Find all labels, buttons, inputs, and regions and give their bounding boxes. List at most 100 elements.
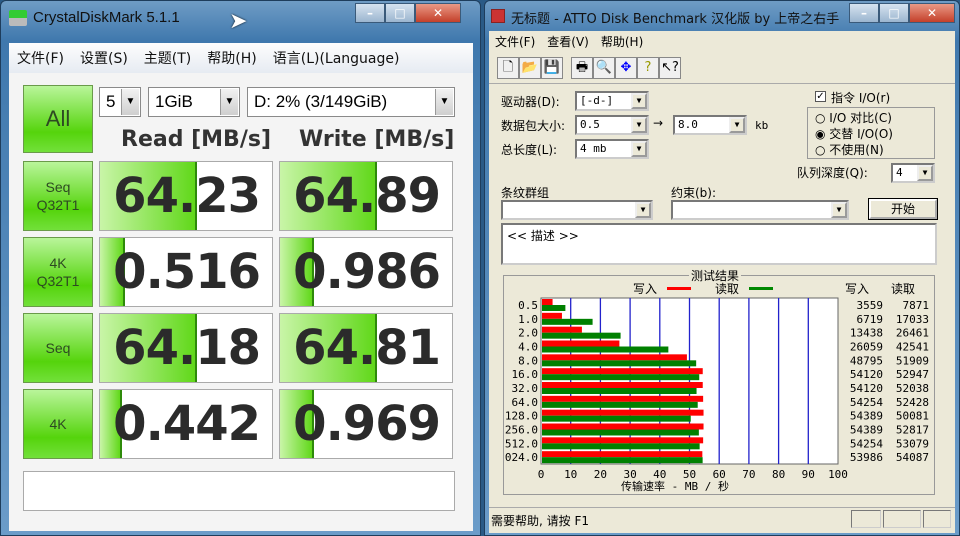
radio-label: 交替 I/O(O): [829, 127, 893, 141]
read-result: 0.516: [99, 237, 273, 307]
save-icon[interactable]: 💾: [541, 57, 563, 79]
maximize-button[interactable]: □: [879, 3, 909, 23]
read-value: 64.18: [113, 320, 261, 376]
read-bar: [542, 360, 697, 367]
write-value: 13438: [850, 327, 883, 340]
read-value: 53079: [896, 437, 929, 450]
test-label: 4K: [49, 255, 67, 271]
x-tick-label: 100: [828, 468, 848, 481]
print-icon[interactable]: 🖶: [571, 57, 593, 79]
menu-file[interactable]: 文件(F): [17, 48, 64, 68]
write-bar: [542, 409, 704, 416]
description-text: << 描述 >>: [507, 229, 579, 243]
menu-file[interactable]: 文件(F): [495, 33, 535, 50]
chevron-down-icon: ▼: [831, 202, 847, 218]
direct-io-label: 指令 I/O(r): [831, 91, 891, 105]
read-result: 0.442: [99, 389, 273, 459]
write-bar: [542, 326, 582, 333]
menu-view[interactable]: 查看(V): [547, 33, 589, 50]
print-preview-icon[interactable]: 🔍: [593, 57, 615, 79]
drive-select[interactable]: D: 2% (3/149GiB) ▼: [247, 87, 455, 117]
stripe-group-select[interactable]: ▼: [501, 200, 653, 220]
new-icon[interactable]: 🗋: [497, 57, 519, 79]
total-length-select[interactable]: 4 mb ▼: [575, 139, 649, 159]
chevron-down-icon: ▼: [729, 117, 745, 133]
maximize-button[interactable]: □: [385, 3, 415, 23]
window-title: 无标题 - ATTO Disk Benchmark 汉化版 by 上帝之右手: [511, 12, 840, 27]
read-result: 64.23: [99, 161, 273, 231]
start-button[interactable]: 开始: [868, 198, 938, 220]
y-tick-label: 1.0: [518, 313, 538, 326]
status-text: 需要帮助, 请按 F1: [491, 514, 589, 528]
write-value: 3559: [857, 299, 884, 312]
write-bar: [542, 451, 703, 458]
help-icon[interactable]: ?: [637, 57, 659, 79]
test-label: Seq: [45, 179, 71, 195]
test-button[interactable]: 4K: [23, 389, 93, 459]
menu-theme[interactable]: 主题(T): [144, 48, 191, 68]
packet-from-value: 0.5: [580, 118, 600, 131]
read-value: 52817: [896, 423, 929, 436]
chevron-down-icon: ▼: [917, 165, 933, 181]
x-tick-label: 10: [564, 468, 577, 481]
constraint-select[interactable]: ▼: [671, 200, 849, 220]
move-icon[interactable]: ✥: [615, 57, 637, 79]
close-button[interactable]: ✕: [909, 3, 955, 23]
comment-box[interactable]: [23, 471, 455, 511]
test-label: Seq: [45, 340, 71, 356]
menu-bar: 文件(F) 设置(S) 主题(T) 帮助(H) 语言(L)(Language): [9, 43, 473, 73]
test-button[interactable]: 4K Q32T1: [23, 237, 93, 307]
x-tick-label: 80: [772, 468, 785, 481]
read-value: 26461: [896, 327, 929, 340]
read-value: 52947: [896, 368, 929, 381]
menu-help[interactable]: 帮助(H): [207, 48, 256, 68]
queue-depth-select[interactable]: 4 ▼: [891, 163, 935, 183]
menu-settings[interactable]: 设置(S): [80, 48, 128, 68]
all-button[interactable]: All: [23, 85, 93, 153]
read-bar: [542, 332, 621, 339]
radio-io-compare[interactable]: ○ I/O 对比(C): [815, 109, 892, 126]
total-length-label: 总长度(L):: [501, 143, 558, 157]
menu-help[interactable]: 帮助(H): [601, 33, 643, 50]
test-button[interactable]: Seq: [23, 313, 93, 383]
read-value: 52038: [896, 382, 929, 395]
count-select[interactable]: 5 ▼: [99, 87, 141, 117]
read-value: 17033: [896, 313, 929, 326]
write-value: 54120: [850, 382, 883, 395]
radio-neither[interactable]: ○ 不使用(N): [815, 141, 884, 158]
open-icon[interactable]: 📂: [519, 57, 541, 79]
menu-bar: 文件(F) 查看(V) 帮助(H): [489, 31, 955, 51]
arrow-icon: →: [653, 116, 664, 130]
write-result: 0.969: [279, 389, 453, 459]
direct-io-checkbox[interactable]: ✓: [815, 91, 826, 102]
minimize-button[interactable]: –: [849, 3, 879, 23]
radio-overlapped-io[interactable]: ◉ 交替 I/O(O): [815, 125, 893, 142]
drive-select[interactable]: [-d-] ▼: [575, 91, 649, 111]
description-box[interactable]: << 描述 >>: [501, 223, 937, 265]
read-bar: [542, 374, 700, 381]
write-bar: [542, 423, 704, 430]
write-value: 53986: [850, 451, 883, 464]
y-tick-label: 32.0: [512, 382, 539, 395]
write-value: 6719: [857, 313, 884, 326]
write-result: 0.986: [279, 237, 453, 307]
menu-language[interactable]: 语言(L)(Language): [273, 48, 400, 68]
packet-from-select[interactable]: 0.5 ▼: [575, 115, 649, 135]
write-value: 64.89: [293, 168, 441, 224]
app-icon: [491, 9, 505, 23]
read-bar: [542, 457, 703, 464]
test-label: 4K: [49, 416, 67, 432]
read-value: 64.23: [113, 168, 261, 224]
read-value: 7871: [903, 299, 930, 312]
packet-to-select[interactable]: 8.0 ▼: [673, 115, 747, 135]
size-select[interactable]: 1GiB ▼: [148, 87, 240, 117]
context-help-icon[interactable]: ↖?: [659, 57, 681, 79]
x-tick-label: 90: [802, 468, 815, 481]
close-button[interactable]: ✕: [415, 3, 461, 23]
packet-size-label: 数据包大小:: [501, 119, 566, 133]
minimize-button[interactable]: –: [355, 3, 385, 23]
stripe-group-label: 条纹群组: [501, 186, 550, 200]
test-button[interactable]: Seq Q32T1: [23, 161, 93, 231]
read-value: 51909: [896, 354, 929, 367]
crystaldiskmark-window: CrystalDiskMark 5.1.1 – □ ✕ ➤ 文件(F) 设置(S) …: [0, 0, 481, 536]
